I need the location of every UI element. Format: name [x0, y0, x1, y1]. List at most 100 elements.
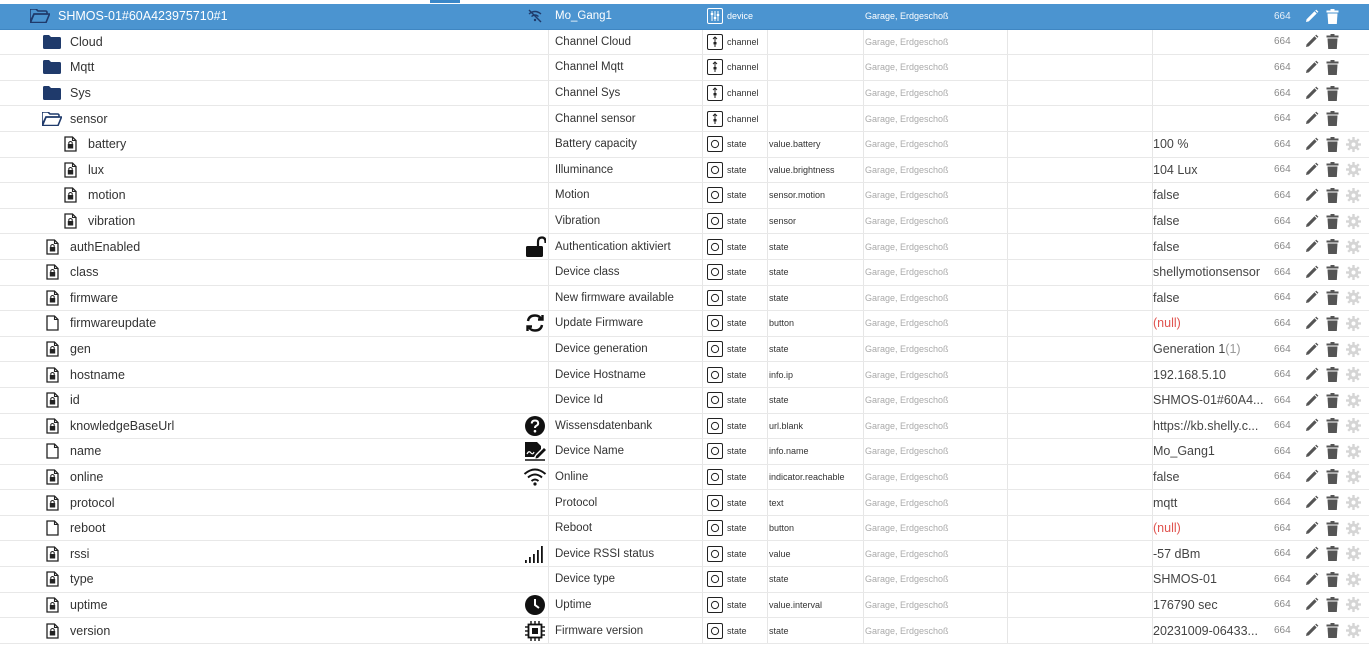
room-cell[interactable]: Garage, Erdgeschoß — [864, 55, 1008, 80]
value-cell[interactable]: false — [1153, 465, 1265, 490]
gear-icon[interactable] — [1344, 596, 1362, 614]
trash-icon[interactable] — [1323, 545, 1341, 563]
name-cell[interactable]: id — [0, 387, 549, 413]
value-cell[interactable]: 192.168.5.10 — [1153, 362, 1265, 387]
object-name[interactable]: online — [70, 470, 103, 484]
room-cell[interactable]: Garage, Erdgeschoß — [864, 208, 1008, 234]
object-value[interactable]: SHMOS-01#60A4... — [1153, 393, 1263, 407]
table-row[interactable]: SHMOS-01#60A423975710#1 Mo_Gang1 device … — [0, 4, 1369, 30]
object-name[interactable]: authEnabled — [70, 240, 140, 254]
pencil-icon[interactable] — [1302, 391, 1320, 409]
object-name[interactable]: protocol — [70, 496, 114, 510]
trash-icon[interactable] — [1323, 468, 1341, 486]
pencil-icon[interactable] — [1302, 519, 1320, 537]
file-icon[interactable] — [42, 313, 62, 333]
object-value[interactable]: (null) — [1153, 521, 1181, 535]
value-cell[interactable]: false — [1153, 209, 1265, 234]
object-name[interactable]: Sys — [70, 86, 91, 100]
function-cell[interactable] — [1008, 362, 1153, 387]
room-cell[interactable]: Garage, Erdgeschoß — [864, 131, 1008, 157]
locked-file-icon[interactable] — [42, 621, 62, 641]
gear-icon[interactable] — [1344, 417, 1362, 435]
gear-icon[interactable] — [1344, 494, 1362, 512]
file-icon[interactable] — [42, 518, 62, 538]
function-cell[interactable] — [1008, 131, 1153, 157]
table-row[interactable]: protocol Protocol state text Garage, Erdg… — [0, 490, 1369, 516]
pencil-icon[interactable] — [1302, 263, 1320, 281]
locked-file-icon[interactable] — [42, 390, 62, 410]
value-cell[interactable]: mqtt — [1153, 490, 1265, 515]
name-cell[interactable]: rssi — [0, 541, 549, 567]
function-cell[interactable] — [1008, 490, 1153, 515]
trash-icon[interactable] — [1323, 622, 1341, 640]
function-cell[interactable] — [1008, 515, 1153, 541]
object-value[interactable]: Mo_Gang1 — [1153, 444, 1215, 458]
function-cell[interactable] — [1008, 208, 1153, 234]
object-name[interactable]: id — [70, 393, 80, 407]
locked-file-icon[interactable] — [42, 416, 62, 436]
object-value[interactable]: false — [1153, 188, 1179, 202]
role-cell[interactable]: indicator.reachable — [768, 464, 864, 490]
function-cell[interactable] — [1008, 285, 1153, 311]
gear-icon[interactable] — [1344, 391, 1362, 409]
pencil-icon[interactable] — [1302, 289, 1320, 307]
role-cell[interactable]: state — [768, 285, 864, 311]
gear-icon[interactable] — [1344, 519, 1362, 537]
locked-file-icon[interactable] — [42, 262, 62, 282]
name-cell[interactable]: Mqtt — [0, 55, 549, 80]
gear-icon[interactable] — [1344, 468, 1362, 486]
table-row[interactable]: authEnabled Authentication aktiviert sta… — [0, 234, 1369, 260]
pencil-icon[interactable] — [1302, 442, 1320, 460]
name-cell[interactable]: motion — [0, 183, 549, 208]
folder-open-icon[interactable] — [30, 6, 50, 26]
room-cell[interactable]: Garage, Erdgeschoß — [864, 387, 1008, 413]
object-name[interactable]: rssi — [70, 547, 89, 561]
pencil-icon[interactable] — [1302, 494, 1320, 512]
trash-icon[interactable] — [1323, 417, 1341, 435]
trash-icon[interactable] — [1323, 596, 1341, 614]
function-cell[interactable] — [1008, 157, 1153, 183]
object-name[interactable]: vibration — [88, 214, 135, 228]
table-row[interactable]: reboot Reboot state button Garage, Erdges… — [0, 515, 1369, 542]
value-cell[interactable]: Generation 1 (1) — [1153, 337, 1265, 362]
trash-icon[interactable] — [1323, 391, 1341, 409]
gear-icon[interactable] — [1344, 135, 1362, 153]
trash-icon[interactable] — [1323, 570, 1341, 588]
table-row[interactable]: motion Motion state sensor.motion Garage,… — [0, 183, 1369, 209]
name-cell[interactable]: uptime — [0, 592, 549, 618]
name-cell[interactable]: firmwareupdate — [0, 311, 549, 336]
room-cell[interactable]: Garage, Erdgeschoß — [864, 618, 1008, 643]
room-cell[interactable]: Garage, Erdgeschoß — [864, 592, 1008, 618]
pencil-icon[interactable] — [1302, 135, 1320, 153]
locked-file-icon[interactable] — [42, 544, 62, 564]
function-cell[interactable] — [1008, 336, 1153, 362]
trash-icon[interactable] — [1323, 186, 1341, 204]
trash-icon[interactable] — [1323, 494, 1341, 512]
folder-icon[interactable] — [42, 83, 62, 103]
gear-icon[interactable] — [1344, 186, 1362, 204]
name-cell[interactable]: class — [0, 259, 549, 285]
table-row[interactable]: firmwareupdate Update Firmware state but… — [0, 311, 1369, 337]
room-cell[interactable]: Garage, Erdgeschoß — [864, 541, 1008, 567]
table-row[interactable]: Sys Channel Sys channel Garage, Erdgesch… — [0, 80, 1369, 107]
object-value[interactable]: -57 dBm — [1153, 547, 1200, 561]
role-cell[interactable]: button — [768, 515, 864, 541]
object-name[interactable]: class — [70, 265, 98, 279]
role-cell[interactable]: state — [768, 387, 864, 413]
value-cell[interactable]: 20231009-06433... — [1153, 618, 1265, 643]
name-cell[interactable]: lux — [0, 157, 549, 183]
trash-icon[interactable] — [1323, 442, 1341, 460]
pencil-icon[interactable] — [1302, 110, 1320, 128]
object-value[interactable]: false — [1153, 291, 1179, 305]
object-name[interactable]: motion — [88, 188, 126, 202]
room-cell[interactable]: Garage, Erdgeschoß — [864, 259, 1008, 285]
trash-icon[interactable] — [1323, 289, 1341, 307]
function-cell[interactable] — [1008, 311, 1153, 336]
value-cell[interactable]: 104 Lux — [1153, 158, 1265, 183]
folder-icon[interactable] — [42, 57, 62, 77]
trash-icon[interactable] — [1323, 212, 1341, 230]
name-cell[interactable]: version — [0, 618, 549, 643]
name-cell[interactable]: sensor — [0, 106, 549, 131]
function-cell[interactable] — [1008, 55, 1153, 80]
function-cell[interactable] — [1008, 4, 1153, 29]
